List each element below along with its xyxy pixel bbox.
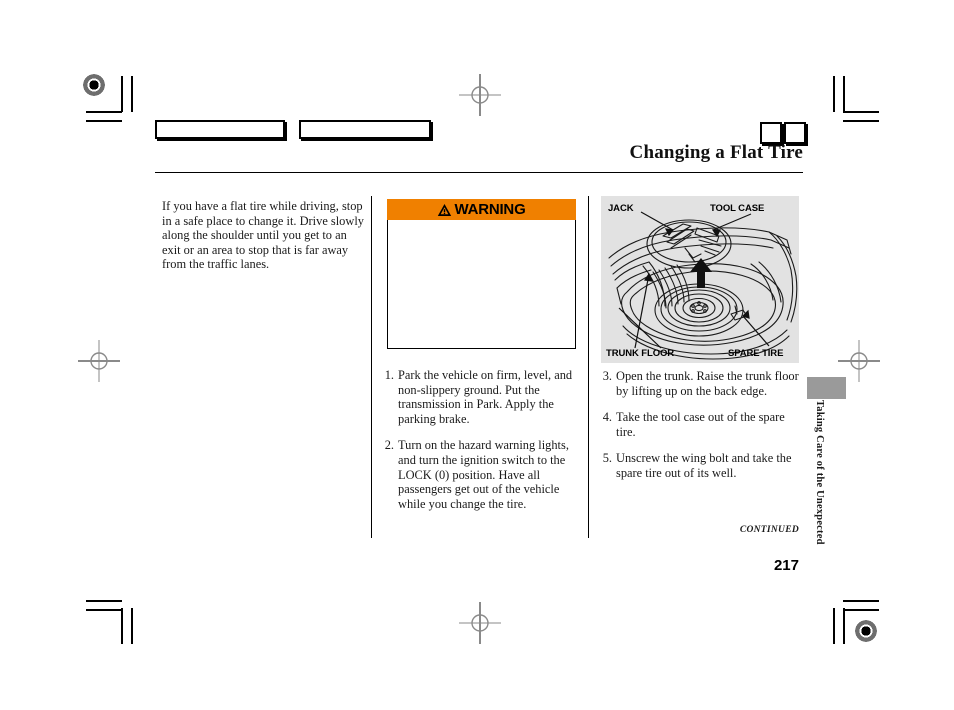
crop-mark bbox=[833, 608, 835, 644]
page-title: Changing a Flat Tire bbox=[629, 142, 803, 163]
continued-label: CONTINUED bbox=[739, 525, 799, 535]
trunk-spare-tire-diagram bbox=[601, 196, 799, 363]
registration-cross-left bbox=[78, 340, 120, 382]
section-thumb-tab bbox=[807, 377, 846, 399]
illustration-label-tool-case: TOOL CASE bbox=[710, 203, 765, 214]
list-item: 2. Turn on the hazard warning lights, an… bbox=[379, 438, 579, 511]
list-item: 1. Park the vehicle on firm, level, and … bbox=[379, 368, 579, 426]
warning-body-text bbox=[387, 220, 576, 349]
step-number: 3. bbox=[602, 369, 612, 383]
crop-mark bbox=[843, 111, 879, 113]
step-text: Park the vehicle on firm, level, and non… bbox=[398, 368, 573, 426]
crop-mark bbox=[843, 600, 879, 602]
crop-mark bbox=[121, 76, 123, 112]
warning-triangle-icon bbox=[438, 203, 452, 216]
crop-mark bbox=[833, 76, 835, 112]
steps-list-middle: 1. Park the vehicle on firm, level, and … bbox=[379, 368, 579, 523]
section-tab-label: Taking Care of the Unexpected bbox=[814, 400, 825, 545]
warning-box: WARNING bbox=[387, 199, 576, 349]
registration-cross-top bbox=[459, 74, 501, 116]
step-number: 5. bbox=[602, 451, 612, 466]
intro-paragraph: If you have a flat tire while driving, s… bbox=[162, 199, 364, 272]
step-text: Turn on the hazard warning lights, and t… bbox=[398, 438, 569, 511]
list-item: 5. Unscrew the wing bolt and take the sp… bbox=[597, 451, 799, 480]
column-divider-left bbox=[371, 196, 372, 538]
print-mini-box-2 bbox=[784, 122, 806, 144]
crop-mark bbox=[86, 609, 122, 611]
step-text: Open the trunk. Raise the trunk floor by… bbox=[616, 369, 799, 398]
illustration-label-jack: JACK bbox=[608, 203, 634, 214]
warning-banner: WARNING bbox=[387, 199, 576, 220]
registration-cross-right bbox=[838, 340, 880, 382]
column-divider-right bbox=[588, 196, 589, 538]
steps-list-right: 3. Open the trunk. Raise the trunk floor… bbox=[597, 369, 799, 493]
step-number: 1. bbox=[384, 368, 394, 382]
crop-mark bbox=[843, 120, 879, 122]
registration-target-bottom-right bbox=[855, 620, 877, 642]
title-divider bbox=[155, 172, 803, 173]
step-number: 2. bbox=[384, 438, 394, 453]
crop-mark bbox=[121, 608, 123, 644]
crop-mark bbox=[86, 120, 122, 122]
illustration-label-trunk-floor: TRUNK FLOOR bbox=[606, 348, 675, 359]
page-number: 217 bbox=[773, 557, 799, 574]
crop-mark bbox=[843, 76, 845, 112]
list-item: 4. Take the tool case out of the spare t… bbox=[597, 410, 799, 439]
crop-mark bbox=[131, 608, 133, 644]
crop-mark bbox=[131, 76, 133, 112]
registration-cross-bottom bbox=[459, 602, 501, 644]
step-number: 4. bbox=[602, 410, 612, 425]
lift-arrow-icon bbox=[690, 258, 712, 288]
print-color-bar-1 bbox=[155, 120, 285, 139]
crop-mark bbox=[86, 111, 122, 113]
list-item: 3. Open the trunk. Raise the trunk floor… bbox=[597, 369, 799, 398]
illustration-label-spare-tire: SPARE TIRE bbox=[728, 348, 784, 359]
crop-mark bbox=[86, 600, 122, 602]
step-text: Take the tool case out of the spare tire… bbox=[616, 410, 785, 439]
crop-mark bbox=[843, 608, 845, 644]
registration-target-top-left bbox=[83, 74, 105, 96]
crop-mark bbox=[843, 609, 879, 611]
print-color-bar-2 bbox=[299, 120, 431, 139]
step-text: Unscrew the wing bolt and take the spare… bbox=[616, 451, 792, 480]
print-mini-box-1 bbox=[760, 122, 782, 144]
manual-page: Changing a Flat Tire If you have a flat … bbox=[0, 0, 954, 710]
warning-label: WARNING bbox=[454, 201, 526, 218]
